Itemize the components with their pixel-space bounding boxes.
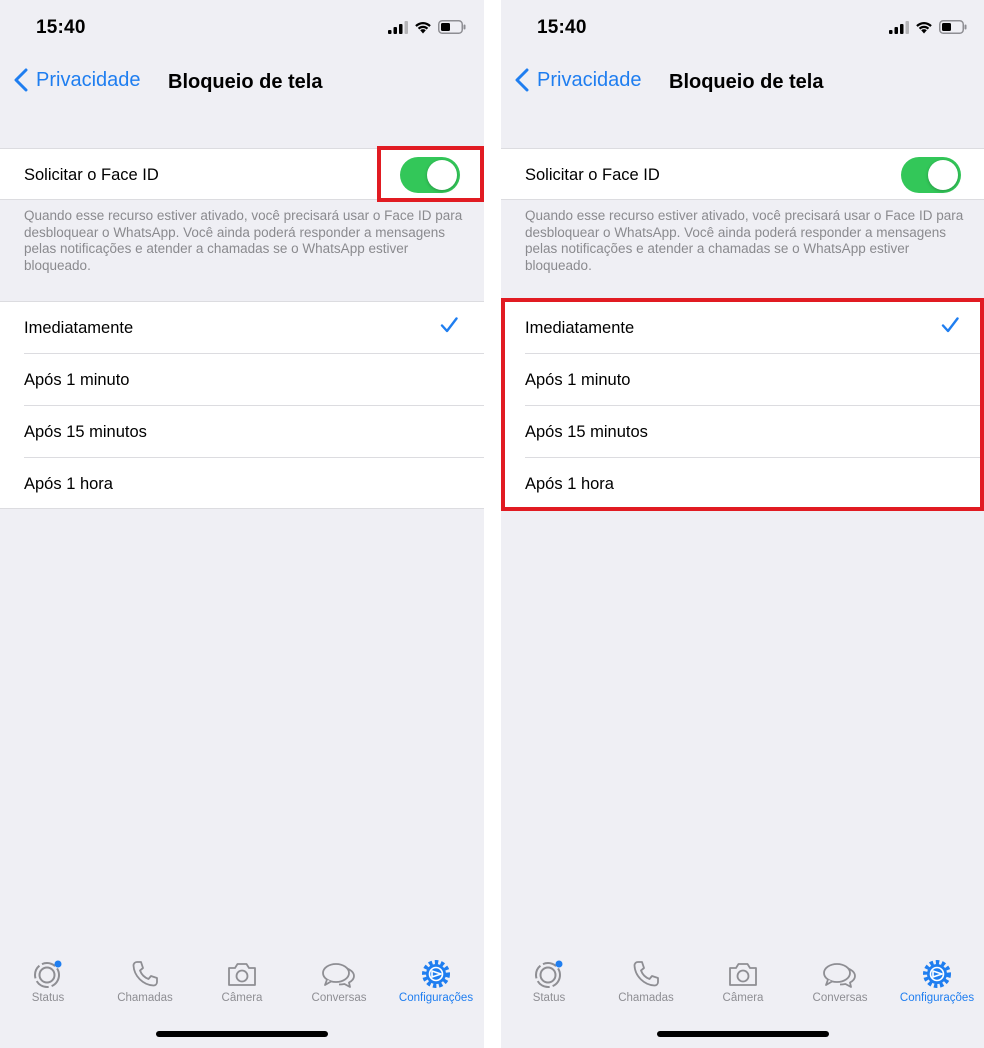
- chat-bubbles-icon: [823, 963, 856, 988]
- tab-configuracoes[interactable]: Configurações: [889, 958, 984, 1004]
- tab-label: Conversas: [311, 992, 367, 1004]
- chat-bubbles-icon: [322, 963, 355, 988]
- tab-chamadas[interactable]: Chamadas: [97, 958, 193, 1004]
- chevron-left-icon: [14, 68, 28, 92]
- camera-icon: [729, 963, 757, 986]
- tab-conversas[interactable]: Conversas: [792, 958, 888, 1004]
- settings-gear-icon: [923, 960, 951, 988]
- tab-conversas[interactable]: Conversas: [291, 958, 387, 1004]
- tab-status[interactable]: Status: [0, 958, 96, 1004]
- comparison-screenshot: 15:40 Privacidade Bloqueio de tela Solic…: [0, 0, 984, 1048]
- face-id-label: Solicitar o Face ID: [525, 166, 660, 184]
- tab-label: Câmera: [221, 992, 263, 1004]
- phone-icon: [633, 961, 659, 987]
- tab-label: Chamadas: [117, 992, 173, 1004]
- back-label: Privacidade: [36, 68, 141, 91]
- status-icon: [535, 960, 563, 988]
- battery-icon: [438, 20, 466, 34]
- lock-timing-options: Imediatamente Após 1 minuto Após 15 minu…: [501, 301, 984, 509]
- back-label: Privacidade: [537, 68, 642, 91]
- checkmark-icon: [941, 317, 959, 333]
- cellular-signal-icon: [889, 20, 909, 34]
- home-indicator: [657, 1031, 829, 1037]
- navigation-bar: Privacidade Bloqueio de tela: [501, 56, 984, 108]
- tab-label: Configurações: [899, 992, 975, 1004]
- settings-gear-icon: [422, 960, 450, 988]
- tab-label: Configurações: [398, 992, 474, 1004]
- option-label: Imediatamente: [525, 319, 635, 337]
- tab-configuracoes[interactable]: Configurações: [388, 958, 484, 1004]
- battery-icon: [939, 20, 967, 34]
- option-label: Após 1 hora: [525, 475, 614, 493]
- cellular-signal-icon: [388, 20, 408, 34]
- system-icons: [889, 20, 967, 34]
- option-row[interactable]: Imediatamente: [501, 302, 984, 354]
- checkmark-icon: [440, 317, 458, 333]
- tab-label: Chamadas: [618, 992, 674, 1004]
- status-icon: [34, 960, 62, 988]
- option-row[interactable]: Imediatamente: [0, 302, 484, 354]
- page-title: Bloqueio de tela: [168, 71, 323, 93]
- tab-status[interactable]: Status: [501, 958, 597, 1004]
- option-label: Após 1 hora: [24, 475, 113, 493]
- option-row[interactable]: Após 1 minuto: [0, 354, 484, 406]
- tab-label: Status: [532, 992, 566, 1004]
- option-label: Após 15 minutos: [525, 423, 648, 441]
- toggle-knob: [928, 160, 958, 190]
- face-id-row: Solicitar o Face ID: [0, 148, 484, 200]
- tab-label: Conversas: [812, 992, 868, 1004]
- option-row[interactable]: Após 15 minutos: [0, 406, 484, 458]
- tab-label: Câmera: [722, 992, 764, 1004]
- wifi-icon: [916, 21, 932, 33]
- face-id-description: Quando esse recurso estiver ativado, voc…: [525, 208, 964, 273]
- tab-label: Status: [31, 992, 65, 1004]
- phone-icon: [132, 961, 158, 987]
- option-label: Imediatamente: [24, 319, 134, 337]
- face-id-row: Solicitar o Face ID: [501, 148, 984, 200]
- status-bar: 15:40: [501, 0, 984, 56]
- chevron-left-icon: [515, 68, 529, 92]
- face-id-label: Solicitar o Face ID: [24, 166, 159, 184]
- option-row[interactable]: Após 15 minutos: [501, 406, 984, 458]
- option-label: Após 1 minuto: [24, 371, 130, 389]
- option-label: Após 1 minuto: [525, 371, 631, 389]
- phone-screen-left: 15:40 Privacidade Bloqueio de tela Solic…: [0, 0, 484, 1048]
- status-bar: 15:40: [0, 0, 484, 56]
- tab-camera[interactable]: Câmera: [194, 958, 290, 1004]
- home-indicator: [156, 1031, 328, 1037]
- option-row[interactable]: Após 1 hora: [0, 458, 484, 510]
- face-id-toggle[interactable]: [901, 157, 961, 193]
- wifi-icon: [415, 21, 431, 33]
- option-label: Após 15 minutos: [24, 423, 147, 441]
- toggle-knob: [427, 160, 457, 190]
- camera-icon: [228, 963, 256, 986]
- lock-timing-options: Imediatamente Após 1 minuto Após 15 minu…: [0, 301, 484, 509]
- system-icons: [388, 20, 466, 34]
- face-id-description: Quando esse recurso estiver ativado, voc…: [24, 208, 463, 273]
- page-title: Bloqueio de tela: [669, 71, 824, 93]
- tab-camera[interactable]: Câmera: [695, 958, 791, 1004]
- tab-chamadas[interactable]: Chamadas: [598, 958, 694, 1004]
- option-row[interactable]: Após 1 hora: [501, 458, 984, 510]
- status-time: 15:40: [537, 17, 587, 38]
- face-id-toggle[interactable]: [400, 157, 460, 193]
- navigation-bar: Privacidade Bloqueio de tela: [0, 56, 484, 108]
- back-button[interactable]: Privacidade: [14, 68, 141, 92]
- option-row[interactable]: Após 1 minuto: [501, 354, 984, 406]
- back-button[interactable]: Privacidade: [515, 68, 642, 92]
- phone-screen-right: 15:40 Privacidade Bloqueio de tela Solic…: [501, 0, 984, 1048]
- status-time: 15:40: [36, 17, 86, 38]
